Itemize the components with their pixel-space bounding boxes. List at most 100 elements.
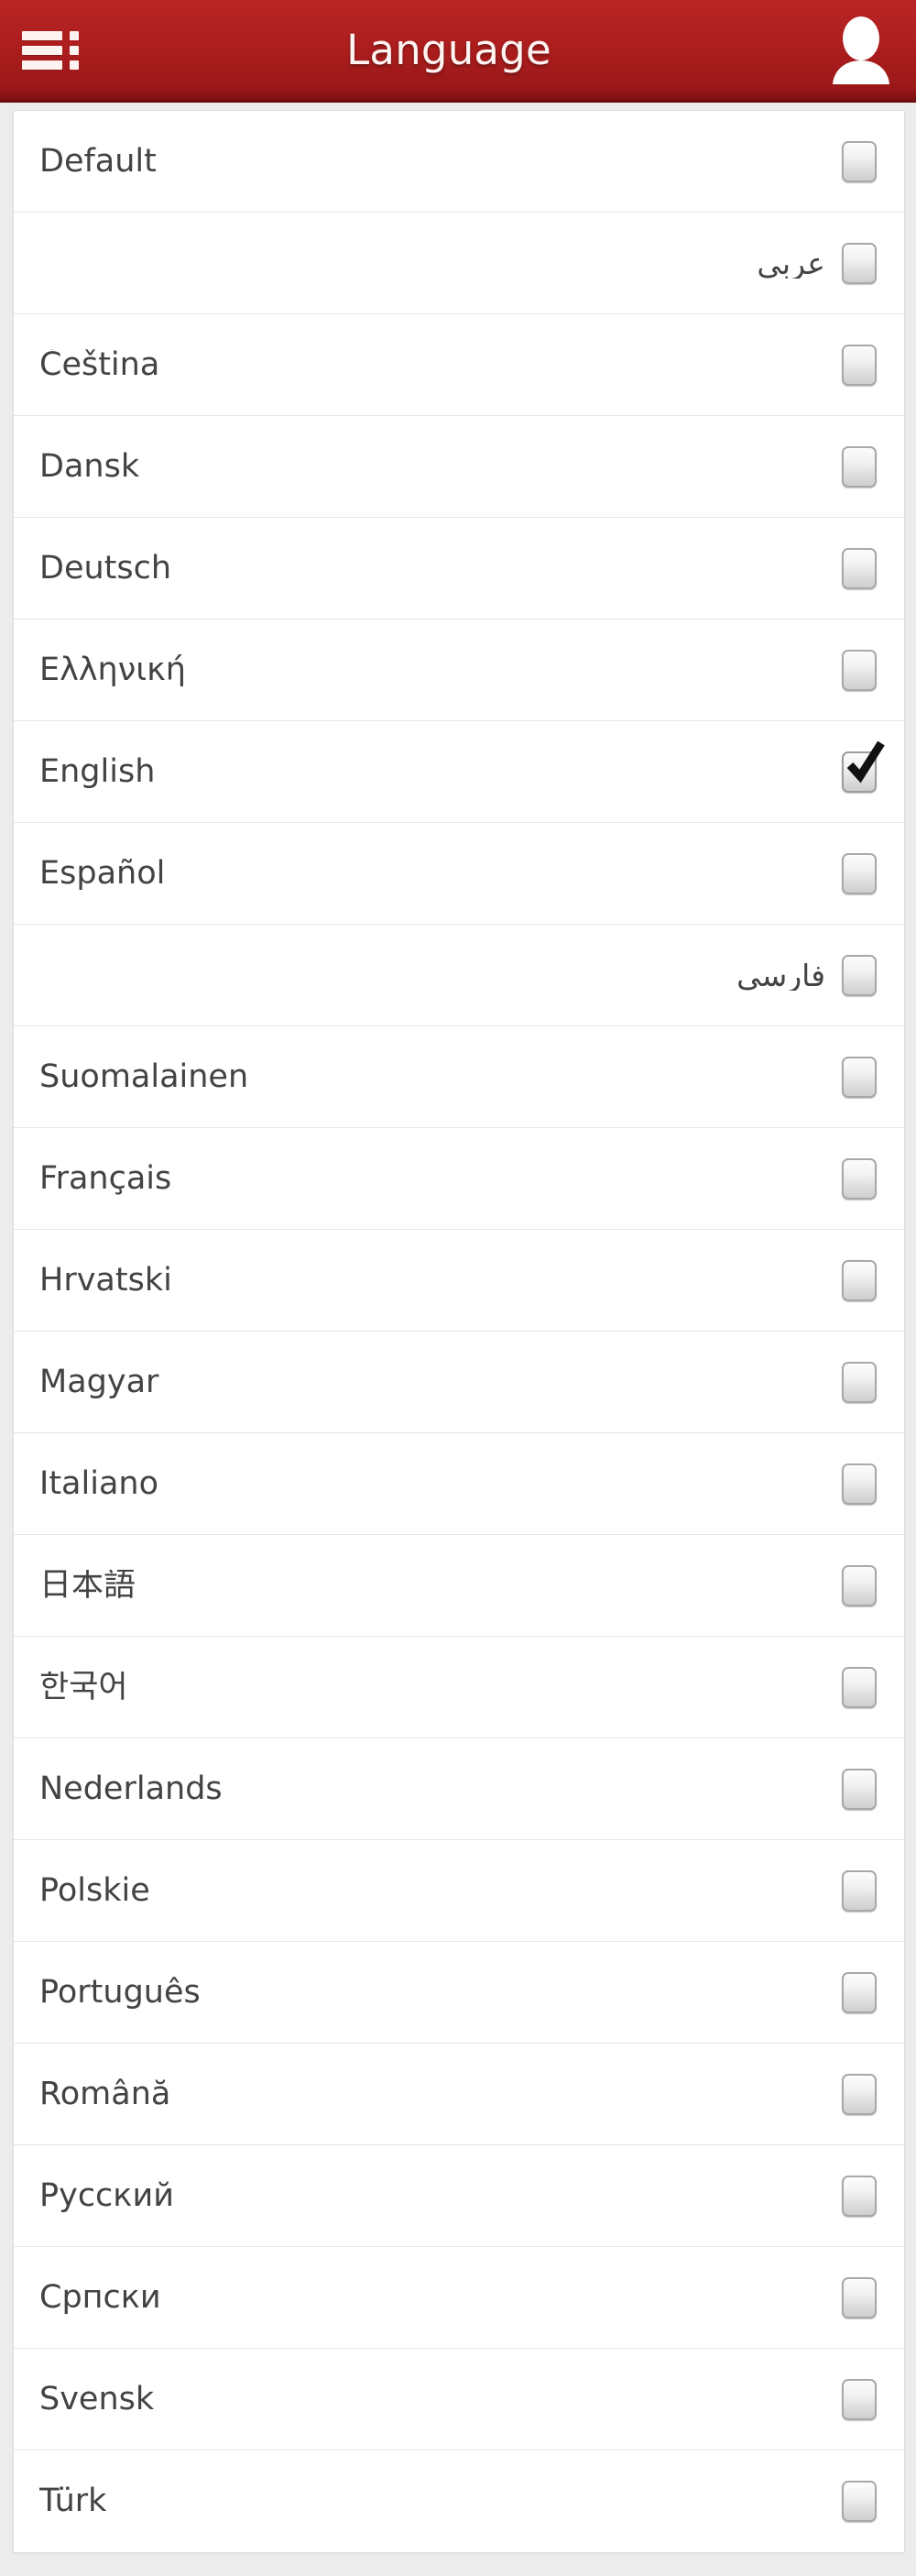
language-checkbox[interactable]	[838, 1965, 880, 2020]
checkbox-checked-icon	[842, 740, 885, 793]
checkbox-unchecked-icon	[842, 852, 877, 894]
checkbox-unchecked-icon	[842, 547, 877, 589]
language-checkbox[interactable]	[838, 846, 880, 901]
language-list-container: Default عربي Čeština Dansk Deutsch Ελληνική En…	[0, 103, 916, 2576]
language-label: 한국어	[39, 1671, 128, 1704]
language-label: Magyar	[39, 1365, 159, 1398]
language-checkbox[interactable]	[838, 2474, 880, 2529]
language-label: Čeština	[39, 348, 160, 381]
language-row[interactable]: Dansk	[14, 416, 904, 518]
checkbox-unchecked-icon	[842, 344, 877, 386]
language-list: Default عربي Čeština Dansk Deutsch Ελληνική En…	[13, 110, 905, 2553]
language-checkbox[interactable]	[838, 2168, 880, 2223]
checkbox-unchecked-icon	[842, 1666, 877, 1708]
menu-button[interactable]	[0, 0, 101, 102]
language-label: عربي	[757, 247, 825, 279]
language-row[interactable]: Hrvatski	[14, 1230, 904, 1332]
language-checkbox[interactable]	[838, 1354, 880, 1409]
language-checkbox[interactable]	[838, 948, 880, 1003]
language-checkbox[interactable]	[838, 337, 880, 392]
language-checkbox[interactable]	[838, 541, 880, 596]
checkbox-unchecked-icon	[842, 954, 877, 996]
language-row[interactable]: Nederlands	[14, 1738, 904, 1840]
language-label: 日本語	[39, 1569, 136, 1602]
checkbox-unchecked-icon	[842, 1361, 877, 1403]
language-checkbox[interactable]	[838, 134, 880, 189]
language-row[interactable]: Português	[14, 1942, 904, 2044]
checkbox-unchecked-icon	[842, 445, 877, 488]
language-row[interactable]: English	[14, 721, 904, 823]
list-menu-icon	[22, 28, 79, 72]
language-label: Српски	[39, 2281, 161, 2314]
language-row[interactable]: Türk	[14, 2450, 904, 2552]
language-row[interactable]: Default	[14, 111, 904, 213]
language-checkbox[interactable]	[838, 236, 880, 290]
language-label: Hrvatski	[39, 1264, 172, 1297]
checkbox-unchecked-icon	[842, 1259, 877, 1301]
language-row[interactable]: Русский	[14, 2145, 904, 2247]
language-checkbox[interactable]	[838, 1558, 880, 1613]
language-checkbox[interactable]	[838, 1049, 880, 1104]
checkbox-unchecked-icon	[842, 1463, 877, 1505]
language-row[interactable]: Svensk	[14, 2349, 904, 2450]
checkbox-unchecked-icon	[842, 2481, 877, 2522]
language-checkbox[interactable]	[838, 1151, 880, 1206]
language-checkbox[interactable]	[838, 1660, 880, 1715]
checkbox-unchecked-icon	[842, 242, 877, 284]
language-checkbox[interactable]	[838, 740, 885, 799]
language-row[interactable]: Français	[14, 1128, 904, 1230]
language-checkbox[interactable]	[838, 2066, 880, 2121]
language-row[interactable]: Čeština	[14, 314, 904, 416]
language-label: Ελληνική	[39, 653, 186, 686]
language-label: Español	[39, 857, 166, 890]
language-row[interactable]: Српски	[14, 2247, 904, 2349]
app-header: Language	[0, 0, 916, 103]
language-row[interactable]: Magyar	[14, 1332, 904, 1433]
language-label: Italiano	[39, 1467, 158, 1500]
language-row[interactable]: Italiano	[14, 1433, 904, 1535]
language-label: Русский	[39, 2179, 174, 2212]
language-label: Deutsch	[39, 552, 172, 585]
language-label: فارسی	[736, 959, 825, 991]
language-label: Français	[39, 1162, 172, 1195]
language-checkbox[interactable]	[838, 1863, 880, 1918]
language-label: Svensk	[39, 2383, 155, 2416]
language-label: Dansk	[39, 450, 140, 483]
language-row[interactable]: 한국어	[14, 1637, 904, 1738]
language-row[interactable]: Suomalainen	[14, 1026, 904, 1128]
page-title: Language	[346, 26, 551, 74]
language-row[interactable]: Polskie	[14, 1840, 904, 1942]
checkbox-unchecked-icon	[842, 1869, 877, 1912]
language-label: Nederlands	[39, 1772, 223, 1805]
language-row[interactable]: Español	[14, 823, 904, 925]
language-checkbox[interactable]	[838, 1456, 880, 1511]
user-avatar-icon	[833, 16, 889, 84]
checkmark-icon	[846, 740, 885, 783]
account-button[interactable]	[806, 0, 916, 102]
checkbox-unchecked-icon	[842, 1768, 877, 1810]
checkbox-unchecked-icon	[842, 2073, 877, 2115]
language-row[interactable]: Deutsch	[14, 518, 904, 619]
language-row[interactable]: عربي	[14, 213, 904, 314]
language-label: Default	[39, 145, 157, 178]
language-row[interactable]: فارسی	[14, 925, 904, 1026]
language-checkbox[interactable]	[838, 2372, 880, 2427]
checkbox-unchecked-icon	[842, 649, 877, 691]
checkbox-unchecked-icon	[842, 2175, 877, 2217]
language-checkbox[interactable]	[838, 1253, 880, 1308]
language-label: Polskie	[39, 1874, 150, 1907]
language-row[interactable]: Română	[14, 2044, 904, 2145]
checkbox-unchecked-icon	[842, 2378, 877, 2420]
language-row[interactable]: Ελληνική	[14, 619, 904, 721]
checkbox-unchecked-icon	[842, 1157, 877, 1200]
checkbox-unchecked-icon	[842, 2276, 877, 2318]
language-checkbox[interactable]	[838, 2270, 880, 2325]
language-checkbox[interactable]	[838, 642, 880, 697]
language-row[interactable]: 日本語	[14, 1535, 904, 1637]
checkbox-unchecked-icon	[842, 1056, 877, 1098]
language-checkbox[interactable]	[838, 439, 880, 494]
language-settings-screen: Language Default عربي Čeština Dansk Deutsch Ε…	[0, 0, 916, 2576]
checkbox-unchecked-icon	[842, 1564, 877, 1606]
language-label: Türk	[39, 2485, 107, 2517]
language-checkbox[interactable]	[838, 1761, 880, 1816]
